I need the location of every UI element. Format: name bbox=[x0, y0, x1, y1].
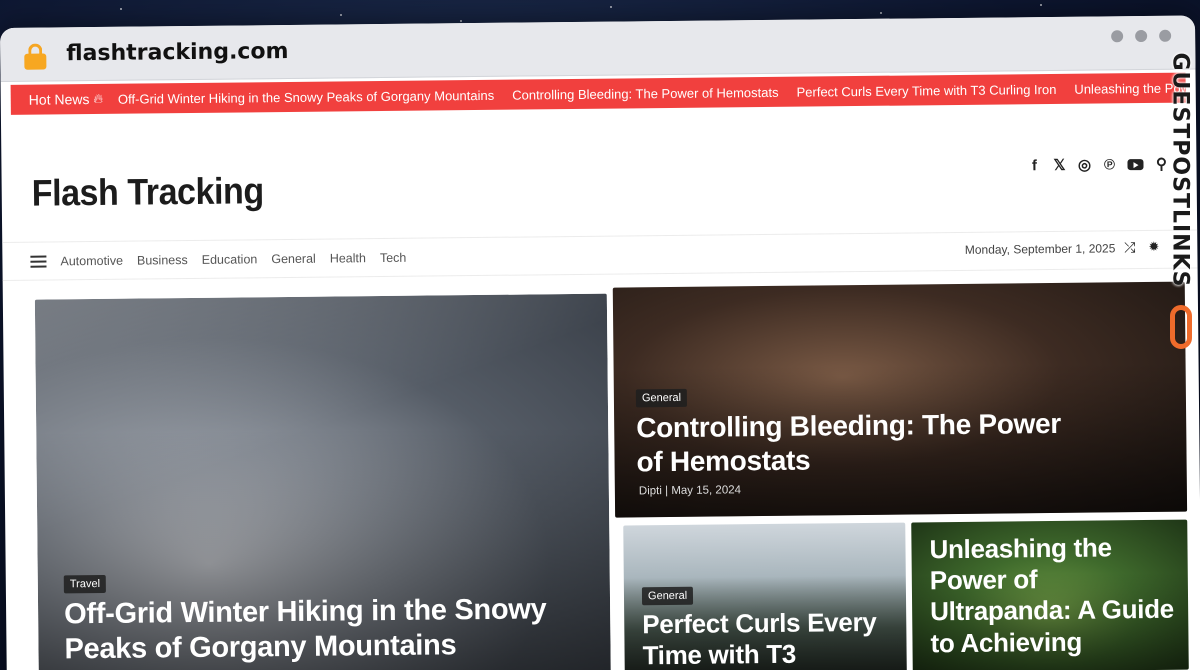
nav-item-health[interactable]: Health bbox=[330, 251, 366, 265]
post-author[interactable]: Dipti bbox=[639, 485, 662, 497]
category-badge[interactable]: General bbox=[641, 586, 694, 606]
nav-item-tech[interactable]: Tech bbox=[380, 250, 407, 264]
post-card[interactable]: General Perfect Curls Every Time with T3 bbox=[623, 522, 907, 670]
address-bar[interactable]: flashtracking.com bbox=[0, 15, 1196, 82]
facebook-icon[interactable]: f bbox=[1027, 157, 1041, 174]
post-title[interactable]: Off-Grid Winter Hiking in the Snowy Peak… bbox=[64, 592, 605, 667]
category-badge[interactable]: Travel bbox=[63, 574, 107, 594]
pinterest-icon[interactable]: ℗ bbox=[1102, 156, 1116, 173]
category-badge[interactable]: General bbox=[635, 388, 688, 408]
nav-item-automotive[interactable]: Automotive bbox=[60, 253, 123, 268]
link-icon bbox=[1170, 305, 1192, 349]
menu-icon[interactable] bbox=[30, 255, 47, 268]
fire-icon: 🔥︎ bbox=[93, 90, 104, 107]
instagram-icon[interactable]: ◎ bbox=[1077, 156, 1091, 174]
x-icon[interactable]: 𝕏 bbox=[1052, 156, 1066, 174]
post-card[interactable]: General Controlling Bleeding: The Power … bbox=[612, 281, 1188, 518]
site-title[interactable]: Flash Tracking bbox=[32, 170, 264, 214]
social-links: f 𝕏 ◎ ℗ ⚲ bbox=[1027, 155, 1168, 174]
window-dot-icon[interactable] bbox=[1111, 29, 1124, 42]
post-title[interactable]: Perfect Curls Every Time with T3 bbox=[642, 607, 903, 670]
window-dot-icon[interactable] bbox=[1135, 29, 1148, 42]
ticker-item[interactable]: Perfect Curls Every Time with T3 Curling… bbox=[787, 81, 1065, 99]
post-title[interactable]: Unleashing the Power of Ultrapanda: A Gu… bbox=[929, 532, 1180, 659]
window-controls bbox=[1111, 29, 1172, 42]
hot-news-text: Hot News bbox=[28, 91, 90, 108]
watermark-text: GUESTPOSTLINKS bbox=[1167, 52, 1193, 288]
site-header: Flash Tracking f 𝕏 ◎ ℗ ⚲ bbox=[0, 102, 1198, 243]
theme-toggle-icon[interactable]: ✹ bbox=[1148, 239, 1159, 255]
post-card[interactable]: Unleashing the Power of Ultrapanda: A Gu… bbox=[911, 519, 1189, 670]
post-date: May 15, 2024 bbox=[671, 484, 742, 497]
ticker-item[interactable]: Controlling Bleeding: The Power of Hemos… bbox=[503, 84, 788, 102]
hot-news-label: Hot News 🔥︎ bbox=[11, 91, 109, 108]
nav-item-business[interactable]: Business bbox=[137, 253, 188, 268]
shuffle-icon[interactable]: ⤮ bbox=[1124, 239, 1135, 256]
current-date: Monday, September 1, 2025 bbox=[964, 241, 1116, 257]
post-meta: Dipti | May 15, 2024 bbox=[639, 484, 741, 497]
post-title[interactable]: Controlling Bleeding: The Power of Hemos… bbox=[636, 407, 1077, 479]
window-dot-icon[interactable] bbox=[1159, 29, 1172, 42]
featured-post-card[interactable]: Travel Off-Grid Winter Hiking in the Sno… bbox=[34, 293, 611, 670]
browser-window: flashtracking.com Hot News 🔥︎ Off-Grid W… bbox=[0, 15, 1200, 670]
youtube-icon[interactable] bbox=[1127, 158, 1144, 170]
ticker-item[interactable]: Off-Grid Winter Hiking in the Snowy Peak… bbox=[109, 87, 503, 106]
guestpostlinks-watermark: GUESTPOSTLINKS bbox=[1162, 53, 1198, 360]
url-text[interactable]: flashtracking.com bbox=[66, 39, 288, 66]
nav-item-education[interactable]: Education bbox=[202, 252, 258, 267]
nav-item-general[interactable]: General bbox=[271, 251, 316, 265]
lock-icon bbox=[24, 43, 47, 70]
